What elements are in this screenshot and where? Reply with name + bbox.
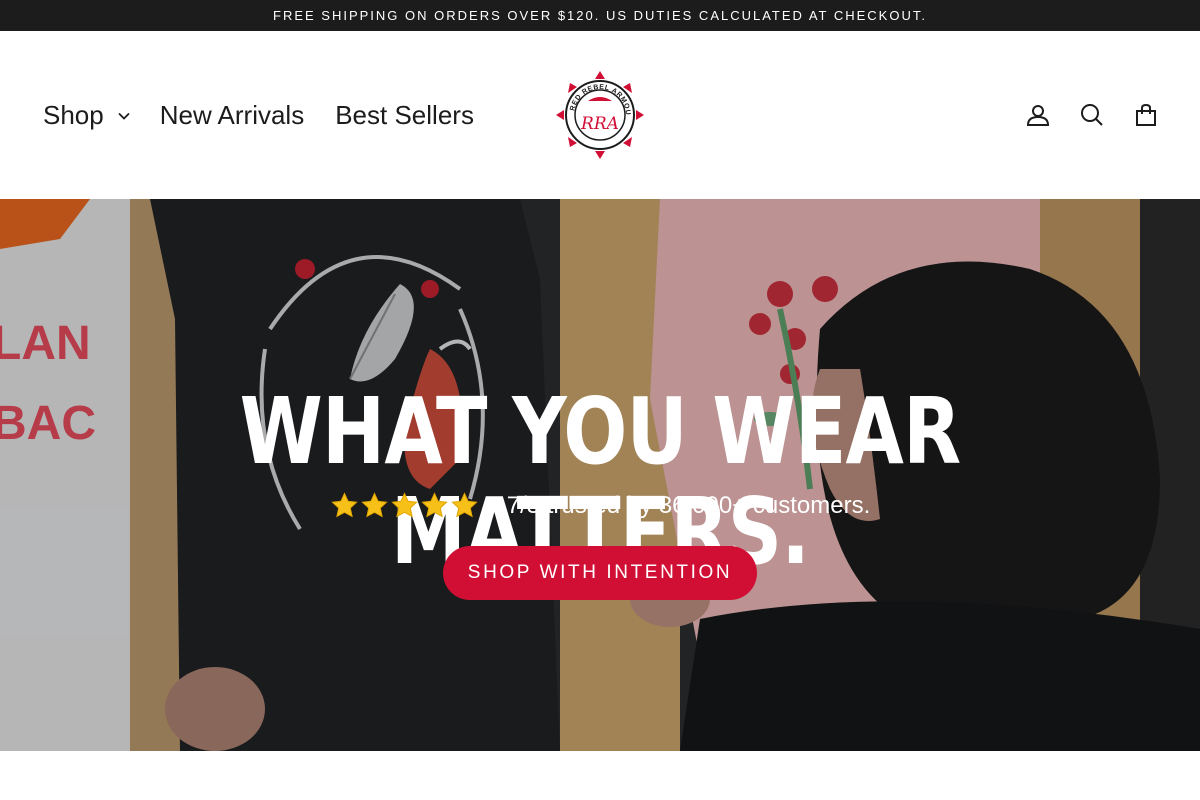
chevron-down-icon: [118, 112, 130, 120]
header-icons: [1025, 31, 1159, 199]
brand-logo[interactable]: RED REBEL ARMOUR RRA: [549, 66, 648, 159]
main-nav: Shop New Arrivals Best Sellers: [43, 31, 474, 199]
announcement-bar: FREE SHIPPING ON ORDERS OVER $120. US DU…: [0, 0, 1200, 31]
star-icon: [421, 492, 448, 518]
page-content-start: [0, 751, 1200, 800]
rating-stars: [330, 491, 479, 520]
nav-item-new-arrivals[interactable]: New Arrivals: [160, 100, 304, 131]
site-header: Shop New Arrivals Best Sellers RED REBEL…: [0, 31, 1200, 199]
hero-rating: 4.7/5 trusted by 36,000+ customers.: [0, 491, 1200, 520]
shop-with-intention-button[interactable]: SHOP WITH INTENTION: [443, 546, 757, 600]
nav-item-label: New Arrivals: [159, 99, 305, 130]
account-icon[interactable]: [1025, 101, 1051, 129]
star-icon: [391, 492, 418, 518]
cta-label: SHOP WITH INTENTION: [467, 562, 733, 583]
nav-item-label: Shop: [43, 99, 104, 130]
star-icon: [361, 492, 388, 518]
cart-icon[interactable]: [1133, 101, 1159, 129]
star-icon: [451, 492, 478, 518]
search-icon[interactable]: [1079, 101, 1105, 129]
nav-item-best-sellers[interactable]: Best Sellers: [335, 100, 474, 131]
nav-item-shop[interactable]: Shop: [43, 100, 130, 131]
announcement-text: FREE SHIPPING ON ORDERS OVER $120. US DU…: [273, 8, 927, 23]
logo-monogram: RRA: [580, 114, 619, 134]
hero-banner: LAN BAC WHAT YOU WEAR MATTERS. 4.7/5 tru…: [0, 199, 1200, 751]
star-icon: [331, 492, 358, 518]
rating-text: 4.7/5 trusted by 36,000+ customers.: [486, 491, 871, 519]
nav-item-label: Best Sellers: [335, 99, 474, 130]
